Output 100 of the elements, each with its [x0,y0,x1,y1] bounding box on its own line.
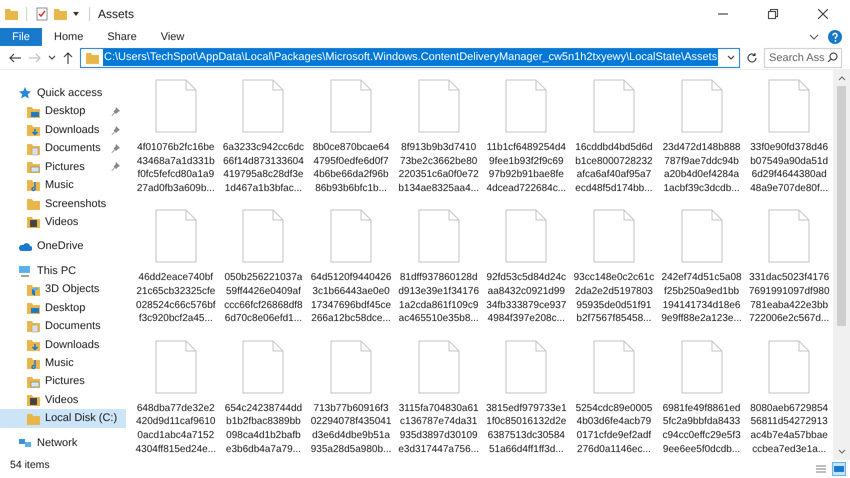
file-name: 050b256221037a 59ff4426e0409af ccc66fcf26868df8 6d70c8e06efd1... [224,271,303,326]
document-icon [154,340,197,394]
file-item[interactable]: 64d5120f9440426 3c1b66443ae0e0 17347696bdf45ce 266a12bc58dce... [307,209,395,326]
address-path: C:\Users\TechSpot\AppData\Local\Packages\Microsoft.Windows.ContentDeliveryManager_cw5n1h2txyewy\LocalState\Assets [103,49,718,66]
document-icon [154,209,197,264]
nav-item[interactable]: Pictures [0,372,126,391]
help-icon [828,30,842,44]
file-name: 242ef74d51c5a08 f25b250a9ed1bb 194141734d18e6 9e9ff88e2a123e... [661,271,742,326]
ribbon-tab[interactable]: File [0,28,42,46]
folder-icon [26,142,40,156]
file-name: 6a3233c942cc6dc 66f14d873133604 419795a8c28df3e 1d467a1b3bfac... [222,141,304,196]
file-item[interactable]: 92fd53c5d84d24c aa8432c0921d99 34fb333879ce937 4984f397e208c... [482,209,570,326]
document-icon [505,209,548,264]
file-item[interactable]: 8f913b9b3d7410 73be2c3662be80 220351c6a0f0e72 b134ae8325aa4... [394,79,482,196]
item-count: 54 items [9,458,51,474]
file-item[interactable]: 713b77b60916f3 02294078f435041 d3e6d4dbe9b51a 935a28d5a980b... [307,340,395,456]
nav-item[interactable]: Network [0,434,126,452]
document-icon [768,340,810,394]
document-icon [330,340,372,394]
folder-icon [26,393,40,408]
file-name: 331dac5023f4176 7691991097df980 781eaba422e3bb 722006e2c567d... [748,271,830,326]
file-item[interactable]: 648dba77de32e2 420d9d11caf9610 0acd1abc4a7152 4304ff815ed24e... [132,340,220,456]
file-name: 81dff937860128d d913e39e1f34176 1a2cda861f109c9 ac465510e35b8... [398,271,479,326]
document-icon [768,209,810,264]
file-item[interactable]: 5254cdc89e0005 4b03d6fe4acb79 0171cfde9ef2adf 276d0a1146ec... [570,340,658,456]
large-icons-view-button[interactable] [832,462,846,476]
file-name: 92fd53c5d84d24c aa8432c0921d99 34fb333879ce937 4984f397e208c... [486,271,566,326]
folder-icon [85,50,99,64]
nav-item[interactable]: Documents [0,139,126,158]
ribbon-tab[interactable]: View [148,28,196,46]
file-name: 11b1cf6489254d4 9fee1b93f2f9c69 97b92b91bae8fe 4dcead722684c... [486,141,566,196]
computer-icon [18,264,32,278]
file-item[interactable]: 3815edf979733e1 1f0c85016132d2e 6387513dc30584 51a66d4ff1ff3d... [482,340,570,456]
document-icon [418,209,460,264]
file-item[interactable]: 6a3233c942cc6dc 66f14d873133604 419795a8c28df3e 1d467a1b3bfac... [220,79,308,196]
file-item[interactable]: 331dac5023f4176 7691991097df980 781eaba422e3bb 722006e2c567d... [745,209,833,326]
file-item[interactable]: 654c24238744dd b1b2fbac8389bb 098ca4d1b2bafb e3b6db4a7a79... [220,340,308,456]
document-icon [330,209,372,264]
forward-arrow-icon [28,52,42,64]
file-item[interactable]: 4f01076b2fc16be 43468a7a1d331b f0fc5fefcd80a1a9 27ad0fb3a609b... [132,79,220,196]
file-item[interactable]: 33f0e90fd378d46 b07549a90da51d 6d29f4644380ad 48a9e707de80f... [745,79,833,196]
folder-icon [26,215,40,230]
nav-item[interactable]: Desktop [0,298,126,318]
nav-item[interactable]: Local Disk (C:) [0,409,126,428]
address-field[interactable]: C:\Users\TechSpot\AppData\Local\Packages\Microsoft.Windows.ContentDeliveryManager_cw5n1h2txyewy\LocalState\Assets [80,48,740,68]
file-item[interactable]: 8080aeb6729854 56811d54272913 ac4b7e4a57bbae ccbea7ed3e1a... [745,340,833,456]
nav-item[interactable]: Pictures [0,158,126,176]
nav-item[interactable]: Documents [0,317,126,336]
nav-item[interactable]: Downloads [0,336,126,354]
file-item[interactable]: 11b1cf6489254d4 9fee1b93f2f9c69 97b92b91bae8fe 4dcead722684c... [482,79,570,196]
nav-item[interactable]: 3D Objects [0,280,126,299]
nav-item[interactable]: Desktop [0,102,126,121]
document-icon [592,79,635,133]
caret-icon [48,54,56,62]
ribbon-tab[interactable]: Home [42,28,96,46]
nav-item[interactable]: Downloads [0,120,126,140]
search-field[interactable]: Search Ass [764,48,842,68]
file-name: 8f913b9b3d7410 73be2c3662be80 220351c6a0f0e72 b134ae8325aa4... [398,141,479,196]
file-item[interactable]: 16cddbd4bd5d6d b1ce8000728232 afca6af40af95a7 ecd48f5d174bb... [570,79,658,196]
folder-icon [26,104,40,119]
document-icon [418,340,460,394]
file-item[interactable]: 46dd2eace740bf 21c65cb32325cfe 028524c66c576bf f3c920bcf2a45... [132,209,220,326]
caret-icon [727,54,735,62]
file-item[interactable]: 8b0ce870bcae64 4795f0edfe6d0f7 4b6be66da2f96b 86b93b6bfc1b... [307,79,395,196]
file-item[interactable]: 6981fe49f8861ed 5fc2a9bbfda8433 c94cc0effc29e5f3 9ee6ee5f0dcdb... [658,340,746,456]
file-item[interactable]: 242ef74d51c5a08 f25b250a9ed1bb 194141734d18e6 9e9ff88e2a123e... [658,209,746,326]
file-name: 648dba77de32e2 420d9d11caf9610 0acd1abc4a7152 4304ff815ed24e... [136,402,216,456]
nav-item[interactable]: Music [0,176,126,195]
file-item[interactable]: 23d472d148b888 787f9ae7ddc94b a20b4d0ef4284a 1acbf39c3dcdb... [658,79,746,196]
folder-icon [26,160,40,174]
file-name: 8080aeb6729854 56811d54272913 ac4b7e4a57bbae ccbea7ed3e1a... [750,402,828,456]
close-icon [818,9,828,19]
file-item[interactable]: 3115fa704830a61 c136787e74da31 935d3897d30109 e3d317447a756... [394,340,482,456]
folder-icon [26,412,40,426]
nav-item[interactable]: Music [0,354,126,372]
document-icon [592,340,635,394]
caret-up-icon [838,74,846,82]
file-item[interactable]: 81dff937860128d d913e39e1f34176 1a2cda861f109c9 ac465510e35b8... [394,209,482,326]
list-icon [816,464,826,474]
star-icon [18,86,32,100]
document-icon [242,340,284,394]
large-icons-icon [834,464,844,474]
nav-item[interactable]: Quick access [0,84,126,102]
file-name: 4f01076b2fc16be 43468a7a1d331b f0fc5fefcd80a1a9 27ad0fb3a609b... [136,141,215,196]
file-name: 654c24238744dd b1b2fbac8389bb 098ca4d1b2bafb e3b6db4a7a79... [224,402,302,456]
nav-item[interactable]: Videos [0,390,126,410]
folder-icon [26,282,40,296]
file-name: 3815edf979733e1 1f0c85016132d2e 6387513dc30584 51a66d4ff1ff3d... [486,402,567,456]
ribbon-tab[interactable]: Share [95,28,149,46]
nav-item[interactable]: This PC [0,262,126,280]
folder-icon [26,319,40,334]
scrollbar[interactable] [833,70,850,460]
nav-item[interactable]: Screenshots [0,194,126,214]
nav-item[interactable]: Videos [0,213,126,232]
up-arrow-icon [62,50,74,64]
file-item[interactable]: 050b256221037a 59ff4426e0409af ccc66fcf26868df8 6d70c8e06efd1... [220,209,308,326]
file-item[interactable]: 93cc148e0c2c61c 2da2e2d5197803 95935de0d51f91 b2f7567f85458... [570,209,658,326]
document-icon [154,79,197,133]
file-name: 5254cdc89e0005 4b03d6fe4acb79 0171cfde9ef2adf 276d0a1146ec... [576,402,652,456]
nav-item[interactable]: OneDrive [0,237,126,256]
